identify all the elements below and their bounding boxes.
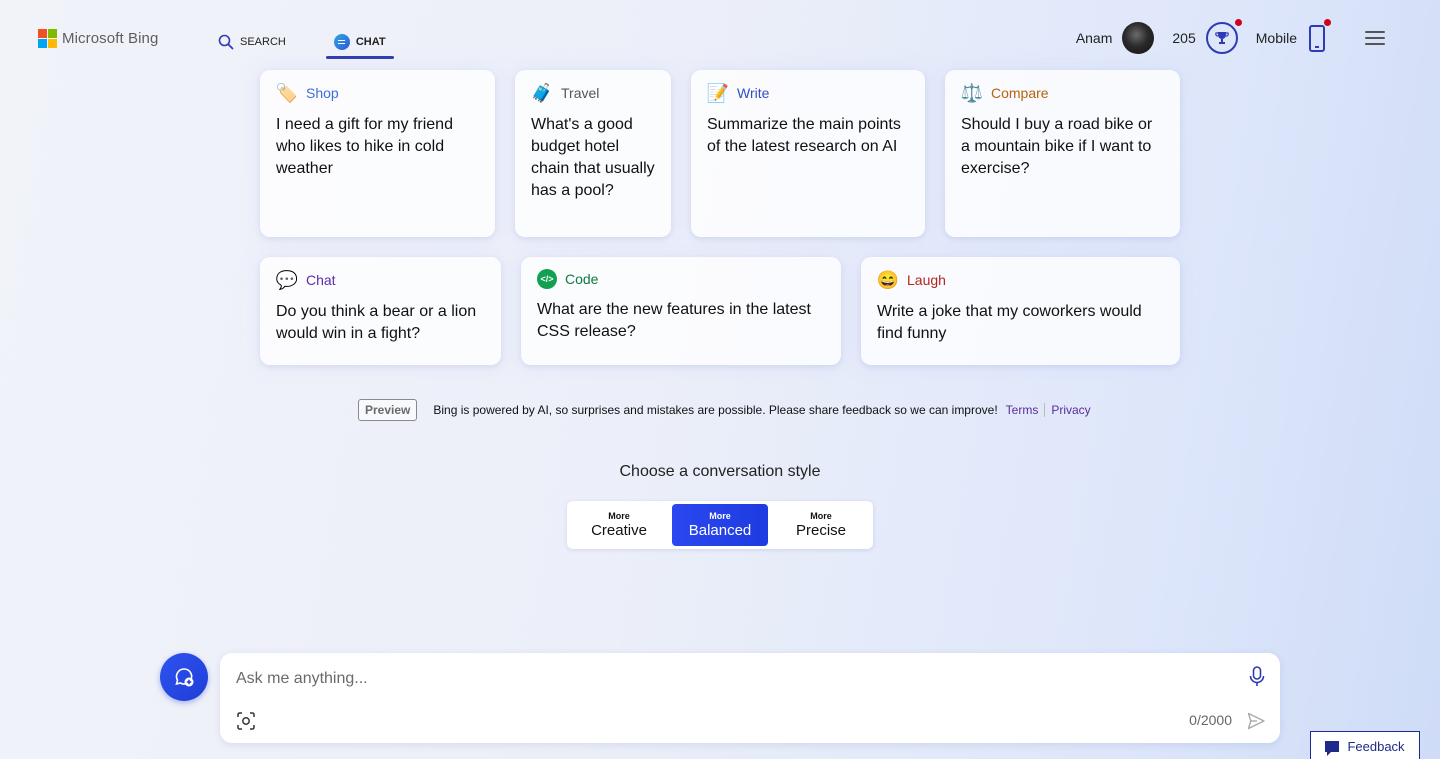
conversation-style-selector: More Creative More Balanced More Precise [567,501,873,549]
link-divider [1044,403,1046,417]
style-more-label: More [709,510,731,521]
style-more-label: More [810,510,832,521]
feedback-button[interactable]: Feedback [1310,731,1420,759]
main-nav: SEARCH CHAT [210,26,394,59]
privacy-link[interactable]: Privacy [1051,403,1090,417]
notification-dot [1234,19,1242,26]
mobile-label: Mobile [1255,30,1297,46]
style-name: Balanced [688,521,752,539]
card-category: Laugh [907,272,946,288]
style-creative-button[interactable]: More Creative [570,504,668,546]
avatar [1122,22,1155,54]
points-count: 205 [1172,30,1196,46]
card-prompt: I need a gift for my friend who likes to… [276,116,453,177]
chat-input-box: 0/2000 [220,653,1280,743]
feedback-label: Feedback [1347,738,1405,754]
bing-logo[interactable]: Microsoft Bing [38,29,159,48]
suggestion-card-chat[interactable]: 💬 Chat Do you think a bear or a lion woul… [260,257,501,365]
terms-link[interactable]: Terms [1006,403,1039,417]
card-prompt: Should I buy a road bike or a mountain b… [961,116,1153,177]
nav-search-tab[interactable]: SEARCH [210,26,294,58]
disclaimer-bar: Preview Bing is powered by AI, so surpri… [358,399,1091,421]
suggestion-card-shop[interactable]: 🏷️ Shop I need a gift for my friend who l… [260,70,495,237]
header-right: Anam 205 Mobile [1076,18,1385,54]
conversation-style-title: Choose a conversation style [619,463,821,480]
card-prompt: Do you think a bear or a lion would win … [276,303,477,342]
nav-chat-tab[interactable]: CHAT [325,26,394,59]
top-header: Microsoft Bing SEARCH CHAT Anam 205 Mobi… [0,0,1440,76]
code-icon: </> [537,269,557,289]
card-prompt: What's a good budget hotel chain that us… [531,116,655,199]
logo-text: Microsoft Bing [62,29,159,47]
user-name: Anam [1075,30,1113,46]
card-prompt: Summarize the main points of the latest … [707,116,901,155]
style-name: Precise [795,521,847,539]
card-category: Compare [991,85,1049,101]
trophy-icon [1205,19,1242,54]
speech-bubbles-icon: 💬 [275,270,299,290]
user-profile[interactable]: Anam [1076,22,1155,54]
laughing-face-icon: 😄 [876,270,900,290]
suggestion-card-write[interactable]: 📝 Write Summarize the main points of the … [691,70,925,237]
tag-icon: 🏷️ [275,83,299,103]
preview-badge: Preview [358,399,418,421]
menu-icon[interactable] [1365,31,1385,45]
visual-search-icon[interactable] [236,711,256,731]
disclaimer-text: Bing is powered by AI, so surprises and … [433,403,998,417]
microphone-icon[interactable] [1248,666,1266,688]
suggestion-card-compare[interactable]: ⚖️ Compare Should I buy a road bike or a … [945,70,1180,237]
character-counter: 0/2000 [1189,712,1232,728]
style-more-label: More [608,510,630,521]
style-balanced-button[interactable]: More Balanced [672,504,768,546]
style-name: Creative [591,521,647,539]
card-prompt: What are the new features in the latest … [537,301,811,340]
feedback-icon [1325,740,1340,756]
legal-links: Terms Privacy [1006,403,1091,417]
new-topic-button[interactable] [160,653,208,701]
style-precise-button[interactable]: More Precise [772,504,870,546]
rewards-points[interactable]: 205 [1172,19,1242,54]
card-prompt: Write a joke that my coworkers would fin… [877,303,1142,342]
chat-bubble-icon [333,34,350,50]
new-chat-icon [175,668,194,687]
nav-search-label: SEARCH [240,36,286,48]
search-icon [218,34,234,50]
card-category: Travel [561,85,600,101]
card-category: Write [737,85,770,101]
card-category: Code [565,271,599,287]
suggestion-card-laugh[interactable]: 😄 Laugh Write a joke that my coworkers wo… [861,257,1180,365]
notification-dot [1324,18,1331,26]
send-icon[interactable] [1246,711,1266,731]
microsoft-logo-icon [38,29,57,48]
mobile-button[interactable]: Mobile [1255,18,1331,52]
chat-input[interactable] [236,667,1216,691]
phone-icon [1309,18,1331,52]
suggestion-card-travel[interactable]: 🧳 Travel What's a good budget hotel chain… [515,70,671,237]
nav-chat-label: CHAT [355,36,386,48]
luggage-icon: 🧳 [530,83,554,103]
suggestion-card-code[interactable]: </> Code What are the new features in the… [521,257,841,365]
card-category: Shop [306,85,339,101]
card-category: Chat [306,272,336,288]
balance-scale-icon: ⚖️ [960,83,984,103]
memo-icon: 📝 [706,83,730,103]
